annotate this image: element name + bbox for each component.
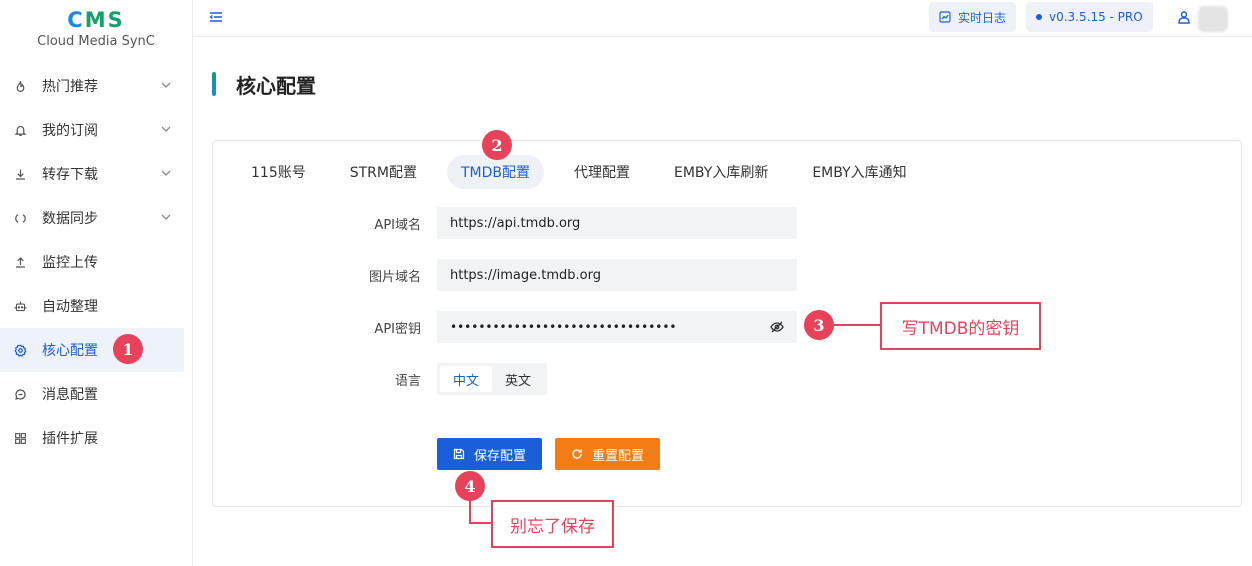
callout-api-key: 写TMDB的密钥 (880, 302, 1041, 350)
config-card: 115账号 STRM配置 TMDB配置 代理配置 EMBY入库刷新 EMBY入库… (212, 140, 1242, 507)
logo-letter-c: C (67, 8, 85, 32)
flame-icon (13, 79, 27, 93)
sidebar-item-download[interactable]: 转存下载 (0, 152, 184, 196)
sidebar-item-label: 热门推荐 (42, 79, 98, 95)
log-icon (939, 11, 951, 23)
top-header: 实时日志 v0.3.5.15 - PRO (193, 0, 1252, 37)
bell-icon (13, 123, 27, 137)
logo-letters-ms: MS (84, 8, 125, 32)
grid-icon (13, 431, 27, 445)
sidebar-menu: 热门推荐 我的订阅 转存下载 数据同步 监控上传 自动整理 核心配置 消息配置 … (0, 64, 184, 460)
chevron-down-icon (161, 126, 171, 132)
status-dot-icon (1036, 14, 1042, 20)
sidebar-item-plugins[interactable]: 插件扩展 (0, 416, 184, 460)
realtime-log-label: 实时日志 (958, 10, 1007, 25)
image-domain-label: 图片域名 (368, 270, 421, 285)
sidebar-item-core-config[interactable]: 核心配置 (0, 328, 184, 372)
tab-115-account[interactable]: 115账号 (237, 155, 320, 189)
logo: CMS Cloud Media SynC (0, 0, 192, 49)
sidebar-item-label: 核心配置 (42, 343, 98, 359)
upload-icon (13, 255, 27, 269)
form-row-language: 语言 中文 英文 (213, 363, 1241, 395)
sidebar-item-hot[interactable]: 热门推荐 (0, 64, 184, 108)
tab-emby-notify[interactable]: EMBY入库通知 (798, 155, 920, 189)
save-config-label: 保存配置 (474, 447, 527, 463)
sidebar-item-label: 插件扩展 (42, 431, 98, 447)
config-tabs: 115账号 STRM配置 TMDB配置 代理配置 EMBY入库刷新 EMBY入库… (237, 155, 937, 189)
user-icon[interactable] (1177, 10, 1191, 24)
logo-title: CMS (0, 8, 192, 32)
language-label: 语言 (394, 374, 421, 389)
reset-config-label: 重置配置 (592, 447, 645, 463)
robot-icon (13, 299, 27, 313)
sidebar-item-upload[interactable]: 监控上传 (0, 240, 184, 284)
gear-icon (13, 343, 27, 357)
annotation-badge-1: 1 (113, 334, 143, 364)
tab-proxy-config[interactable]: 代理配置 (560, 155, 644, 189)
sidebar-item-message-config[interactable]: 消息配置 (0, 372, 184, 416)
api-domain-label: API域名 (374, 218, 421, 233)
tab-emby-refresh[interactable]: EMBY入库刷新 (660, 155, 782, 189)
avatar[interactable] (1198, 6, 1228, 32)
eye-off-icon[interactable] (770, 320, 784, 334)
app-window: CMS Cloud Media SynC 热门推荐 我的订阅 转存下载 数据同步… (0, 0, 1252, 566)
save-config-button[interactable]: 保存配置 (437, 438, 543, 470)
realtime-log-button[interactable]: 实时日志 (929, 2, 1017, 32)
sidebar-item-label: 自动整理 (42, 299, 98, 315)
form-row-image-domain: 图片域名 https://image.tmdb.org (213, 259, 1241, 291)
version-badge[interactable]: v0.3.5.15 - PRO (1026, 2, 1153, 32)
logo-subtitle: Cloud Media SynC (37, 34, 155, 49)
sidebar-item-auto-organize[interactable]: 自动整理 (0, 284, 184, 328)
reset-config-button[interactable]: 重置配置 (555, 438, 661, 470)
page-title: 核心配置 (236, 74, 316, 98)
sidebar-item-label: 消息配置 (42, 387, 98, 403)
callout-connector (834, 324, 881, 326)
chevron-down-icon (161, 214, 171, 220)
chevron-down-icon (161, 82, 171, 88)
language-option-english[interactable]: 英文 (492, 366, 544, 392)
api-domain-input[interactable]: https://api.tmdb.org (437, 207, 797, 239)
sidebar: CMS Cloud Media SynC 热门推荐 我的订阅 转存下载 数据同步… (0, 0, 193, 566)
tab-tmdb-config[interactable]: TMDB配置 (446, 155, 544, 189)
sidebar-item-label: 我的订阅 (42, 123, 98, 139)
sidebar-item-label: 监控上传 (42, 255, 98, 271)
api-key-label: API密钥 (374, 322, 421, 337)
sidebar-item-subscriptions[interactable]: 我的订阅 (0, 108, 184, 152)
api-key-input[interactable]: •••••••••••••••••••••••••••••••• (437, 311, 797, 343)
sidebar-item-sync[interactable]: 数据同步 (0, 196, 184, 240)
form-row-api-domain: API域名 https://api.tmdb.org (213, 207, 1241, 239)
save-icon (453, 448, 465, 460)
page-title-accent (212, 72, 216, 96)
version-label: v0.3.5.15 - PRO (1049, 10, 1143, 24)
callout-connector (469, 500, 471, 524)
tab-strm-config[interactable]: STRM配置 (336, 155, 431, 189)
language-option-chinese[interactable]: 中文 (440, 366, 493, 392)
annotation-badge-3: 3 (804, 310, 834, 340)
chat-icon (13, 387, 27, 401)
download-icon (13, 167, 27, 181)
callout-remember-save: 别忘了保存 (491, 500, 614, 548)
chevron-down-icon (161, 170, 171, 176)
sync-icon (13, 211, 27, 225)
refresh-icon (572, 449, 582, 459)
annotation-badge-4: 4 (455, 471, 485, 501)
sidebar-item-label: 数据同步 (42, 211, 98, 227)
form-row-api-key: API密钥 •••••••••••••••••••••••••••••••• (213, 311, 1241, 343)
callout-connector (469, 522, 493, 524)
annotation-badge-2: 2 (482, 130, 512, 160)
language-segmented: 中文 英文 (437, 363, 548, 395)
image-domain-input[interactable]: https://image.tmdb.org (437, 259, 797, 291)
sidebar-item-label: 转存下载 (42, 167, 98, 183)
menu-collapse-icon[interactable] (209, 10, 223, 24)
